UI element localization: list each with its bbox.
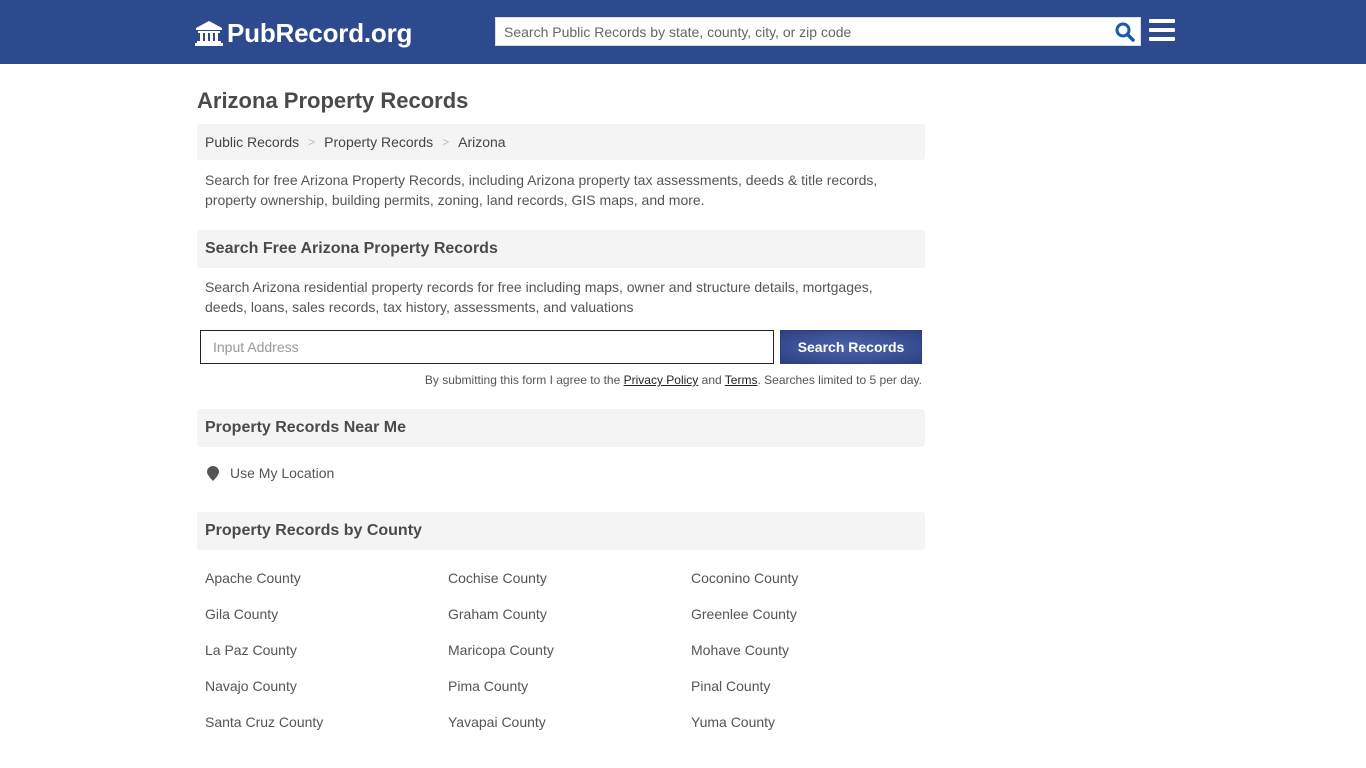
breadcrumb-current-arizona: Arizona [458,134,506,150]
address-input[interactable] [200,330,774,364]
disclaimer-prefix: By submitting this form I agree to the [424,373,624,387]
county-link[interactable]: Coconino County [691,568,925,588]
hamburger-menu-icon[interactable] [1149,19,1175,43]
page-title: Arizona Property Records [197,88,469,113]
global-search-box [495,17,1141,46]
disclaimer-and: and [698,373,725,387]
search-records-button[interactable]: Search Records [780,330,922,364]
menu-bar [1149,28,1175,32]
menu-bar [1149,37,1175,41]
breadcrumb-public-records[interactable]: Public Records [205,134,299,150]
county-link[interactable]: Graham County [448,604,691,624]
county-link[interactable]: Pinal County [691,676,925,696]
breadcrumb-separator: > [308,135,316,149]
terms-link[interactable]: Terms [725,373,758,387]
county-link[interactable]: La Paz County [205,640,448,660]
county-link[interactable]: Apache County [205,568,448,588]
menu-bar [1149,19,1175,23]
bank-building-icon [195,21,223,46]
search-icon[interactable] [1114,21,1136,43]
county-link[interactable]: Mohave County [691,640,925,660]
use-my-location-link[interactable]: Use My Location [207,465,334,481]
site-logo-link[interactable]: PubRecord.org [195,17,412,49]
county-list: Apache County Cochise County Coconino Co… [205,568,925,732]
intro-paragraph: Search for free Arizona Property Records… [205,172,878,208]
county-link[interactable]: Pima County [448,676,691,696]
breadcrumb: Public Records > Property Records > Ariz… [197,124,925,160]
search-section-heading: Search Free Arizona Property Records [197,230,925,268]
county-link[interactable]: Navajo County [205,676,448,696]
global-search-input[interactable] [496,18,1106,45]
breadcrumb-separator: > [442,135,450,149]
near-me-heading: Property Records Near Me [197,409,925,447]
top-navigation-bar: PubRecord.org [0,0,1366,64]
map-pin-icon [207,465,219,481]
county-link[interactable]: Cochise County [448,568,691,588]
county-link[interactable]: Greenlee County [691,604,925,624]
use-my-location-label: Use My Location [230,465,335,481]
county-link[interactable]: Maricopa County [448,640,691,660]
site-logo-text: PubRecord.org [227,18,413,48]
disclaimer-suffix: . Searches limited to 5 per day. [757,373,922,387]
privacy-policy-link[interactable]: Privacy Policy [624,373,699,387]
form-disclaimer: By submitting this form I agree to the P… [425,373,922,387]
county-link[interactable]: Gila County [205,604,448,624]
county-link[interactable]: Yuma County [691,712,925,732]
county-link[interactable]: Yavapai County [448,712,691,732]
county-link[interactable]: Santa Cruz County [205,712,448,732]
search-section-description: Search Arizona residential property reco… [205,279,873,315]
by-county-heading: Property Records by County [197,512,925,550]
breadcrumb-property-records[interactable]: Property Records [324,134,433,150]
